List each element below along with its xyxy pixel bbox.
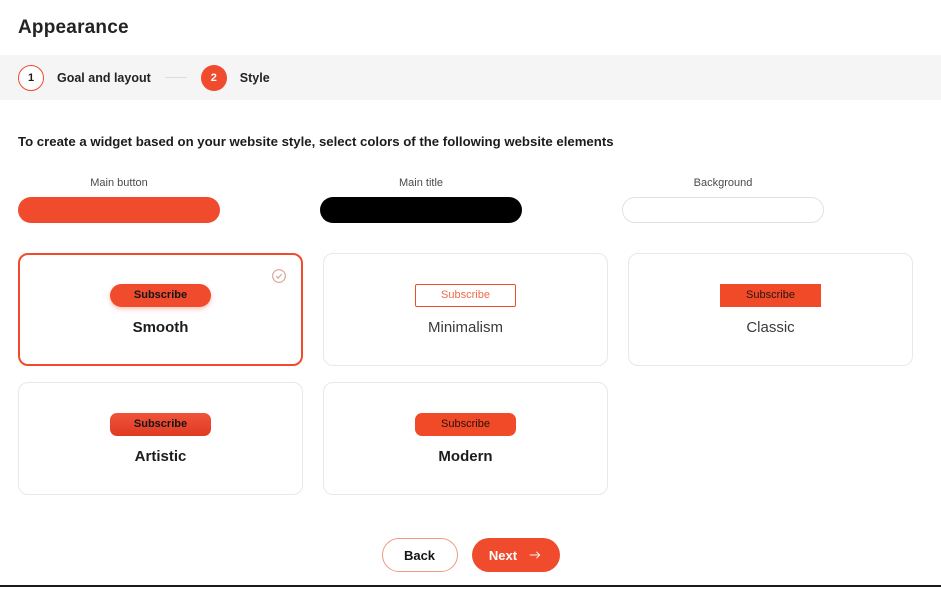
- style-card-label-minimalism: Minimalism: [428, 318, 503, 336]
- swatch-main-title[interactable]: [320, 197, 522, 223]
- step-style[interactable]: 2 Style: [200, 64, 270, 91]
- wizard-footer: Back Next: [0, 538, 941, 572]
- style-card-label-modern: Modern: [438, 447, 493, 465]
- page-title: Appearance: [18, 16, 129, 38]
- swatch-main-button[interactable]: [18, 197, 220, 223]
- step-2-number: 2: [200, 64, 227, 91]
- swatch-label-background: Background: [693, 177, 753, 189]
- style-card-modern[interactable]: Subscribe Modern: [323, 382, 608, 495]
- color-picker-main-title[interactable]: Main title: [320, 177, 522, 223]
- arrow-right-icon: [528, 549, 542, 561]
- swatch-label-main-title: Main title: [398, 177, 444, 189]
- style-card-label-smooth: Smooth: [132, 318, 189, 336]
- check-circle-icon: [271, 268, 287, 284]
- color-picker-background[interactable]: Background: [622, 177, 824, 223]
- swatch-label-main-button: Main button: [90, 177, 148, 189]
- preview-button-artistic[interactable]: Subscribe: [110, 412, 211, 436]
- step-2-label: Style: [239, 70, 270, 85]
- next-button-label: Next: [488, 547, 518, 563]
- preview-button-classic[interactable]: Subscribe: [720, 283, 821, 307]
- color-swatch-row: Main button Main title Background: [18, 177, 941, 223]
- wizard-stepper: 1 Goal and layout 2 Style: [0, 55, 941, 100]
- step-connector: [164, 76, 187, 79]
- window-bottom-border: [0, 585, 941, 587]
- color-picker-main-button[interactable]: Main button: [18, 177, 220, 223]
- back-button[interactable]: Back: [381, 538, 458, 572]
- step-1-label: Goal and layout: [57, 70, 151, 85]
- style-card-minimalism[interactable]: Subscribe Minimalism: [323, 253, 608, 366]
- style-card-smooth[interactable]: Subscribe Smooth: [18, 253, 303, 366]
- preview-button-minimalism[interactable]: Subscribe: [415, 283, 516, 307]
- style-card-classic[interactable]: Subscribe Classic: [628, 253, 913, 366]
- preview-button-smooth[interactable]: Subscribe: [110, 283, 211, 307]
- style-card-artistic[interactable]: Subscribe Artistic: [18, 382, 303, 495]
- step-goal-and-layout[interactable]: 1 Goal and layout: [18, 64, 151, 91]
- page-header: Appearance: [0, 0, 941, 55]
- instruction-text: To create a widget based on your website…: [18, 134, 614, 149]
- style-cards-grid: Subscribe Smooth Subscribe Minimalism Su…: [18, 253, 923, 511]
- step-1-number: 1: [18, 64, 44, 91]
- next-button[interactable]: Next: [471, 538, 560, 572]
- swatch-background[interactable]: [622, 197, 824, 223]
- preview-button-modern[interactable]: Subscribe: [415, 412, 516, 436]
- style-card-label-artistic: Artistic: [134, 447, 187, 465]
- style-card-label-classic: Classic: [746, 318, 795, 336]
